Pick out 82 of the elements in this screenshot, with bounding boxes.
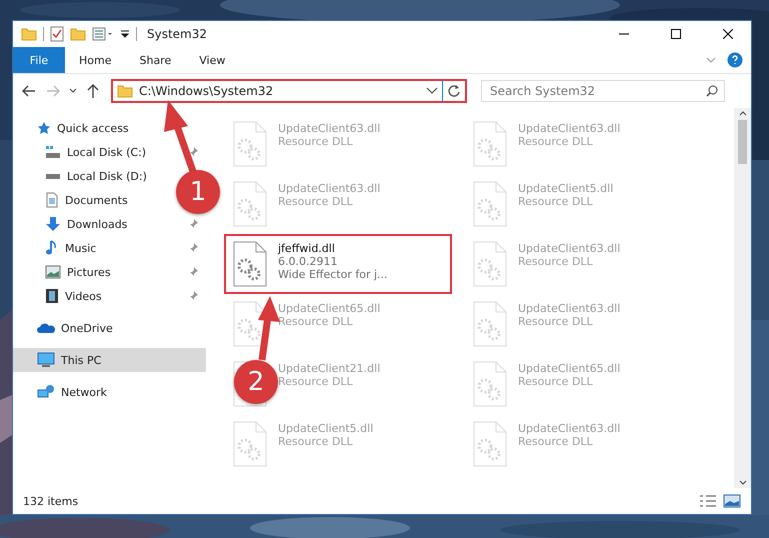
sidebar-item[interactable]: This PC — [13, 348, 206, 372]
file-detail: Resource DLL — [518, 315, 594, 328]
sidebar-item[interactable]: Videos — [45, 286, 102, 306]
search-icon[interactable] — [706, 85, 718, 97]
film-icon — [45, 288, 59, 304]
computer-icon — [37, 352, 55, 368]
new-folder-icon — [70, 27, 86, 41]
drive-icon — [45, 173, 61, 179]
caret-icon — [69, 88, 77, 94]
music-note-icon — [45, 240, 59, 256]
chevron-down-icon[interactable] — [426, 87, 438, 95]
star-icon — [37, 121, 51, 135]
drive-icon — [45, 145, 61, 159]
sidebar-item[interactable]: Local Disk (D:) — [45, 166, 147, 186]
large-icons-view-icon[interactable] — [723, 494, 741, 508]
pin-icon[interactable] — [188, 243, 198, 253]
file-detail: Resource DLL — [278, 315, 354, 328]
minimize-icon — [619, 33, 629, 35]
sidebar-item[interactable]: Local Disk (C:) — [45, 142, 146, 162]
sidebar-label: This PC — [61, 354, 102, 366]
file-detail: Resource DLL — [278, 435, 354, 448]
file-detail: Resource DLL — [278, 195, 354, 208]
sidebar-item[interactable]: Downloads — [45, 214, 128, 234]
up-arrow-icon — [87, 84, 99, 98]
sidebar-label: Music — [65, 242, 96, 254]
file-detail: Resource DLL — [518, 375, 594, 388]
scrollbar[interactable] — [734, 108, 751, 488]
address-path: C:\Windows\System32 — [139, 84, 274, 98]
folder-icon — [117, 84, 133, 98]
sidebar-label: Local Disk (D:) — [67, 170, 147, 182]
forward-arrow-icon — [46, 85, 60, 97]
pin-icon[interactable] — [188, 219, 198, 229]
sidebar-label: Quick access — [57, 122, 130, 134]
caret-icon[interactable] — [120, 29, 130, 39]
file-detail: Resource DLL — [518, 135, 594, 148]
file-detail: 6.0.0.2911 — [278, 255, 338, 268]
scrollbar-thumb[interactable] — [738, 120, 747, 164]
file-detail: Resource DLL — [518, 435, 594, 448]
sidebar-label: Downloads — [67, 218, 128, 230]
sidebar-label: Pictures — [67, 266, 111, 278]
file-detail: Resource DLL — [278, 135, 354, 148]
download-icon — [45, 216, 61, 232]
sidebar-label: Local Disk (C:) — [67, 146, 146, 158]
sidebar-label: Network — [61, 386, 108, 398]
sidebar-item[interactable]: Music — [45, 238, 96, 258]
file-detail: Resource DLL — [518, 195, 594, 208]
file-menu-tab[interactable]: File — [13, 47, 65, 73]
cloud-icon — [37, 322, 55, 334]
highlighted-file-item[interactable]: jfeffwid.dll 6.0.0.2911 Wide Effector for j... — [224, 234, 452, 294]
details-view-icon[interactable] — [699, 494, 717, 508]
file-detail: Resource DLL — [278, 375, 354, 388]
properties-icon[interactable] — [92, 27, 114, 41]
picture-icon — [45, 265, 61, 279]
item-count: 132 items — [23, 494, 78, 508]
sidebar-item[interactable]: Network — [13, 380, 206, 404]
address-bar[interactable]: C:\Windows\System32 — [111, 79, 467, 103]
sidebar-label: Documents — [65, 194, 128, 206]
pin-icon[interactable] — [188, 291, 198, 301]
ribbon-tab[interactable]: View — [185, 47, 240, 73]
ribbon-tab[interactable]: Home — [65, 47, 126, 73]
window-title: System32 — [147, 27, 208, 41]
sidebar-label: OneDrive — [61, 322, 114, 334]
pin-icon[interactable] — [188, 147, 198, 157]
sidebar-label: Videos — [65, 290, 102, 302]
network-icon — [37, 384, 55, 400]
checklist-icon[interactable] — [50, 26, 64, 42]
back-arrow-icon — [22, 85, 36, 97]
document-icon — [45, 192, 59, 208]
pin-icon[interactable] — [188, 267, 198, 277]
folder-icon — [21, 27, 37, 41]
search-field[interactable]: Search System32 — [481, 80, 725, 102]
file-detail: Wide Effector for j... — [278, 268, 388, 281]
close-icon — [723, 29, 733, 39]
maximize-icon — [671, 29, 681, 39]
refresh-icon[interactable] — [447, 84, 461, 98]
sidebar-item[interactable]: OneDrive — [13, 316, 206, 340]
ribbon-tab[interactable]: Share — [125, 47, 186, 73]
file-name[interactable]: jfeffwid.dll — [278, 242, 388, 255]
sidebar-item[interactable]: Quick access — [13, 116, 206, 140]
sidebar-item[interactable]: Pictures — [45, 262, 111, 282]
sidebar-item[interactable]: Documents — [45, 190, 128, 210]
file-detail: Resource DLL — [518, 255, 594, 268]
